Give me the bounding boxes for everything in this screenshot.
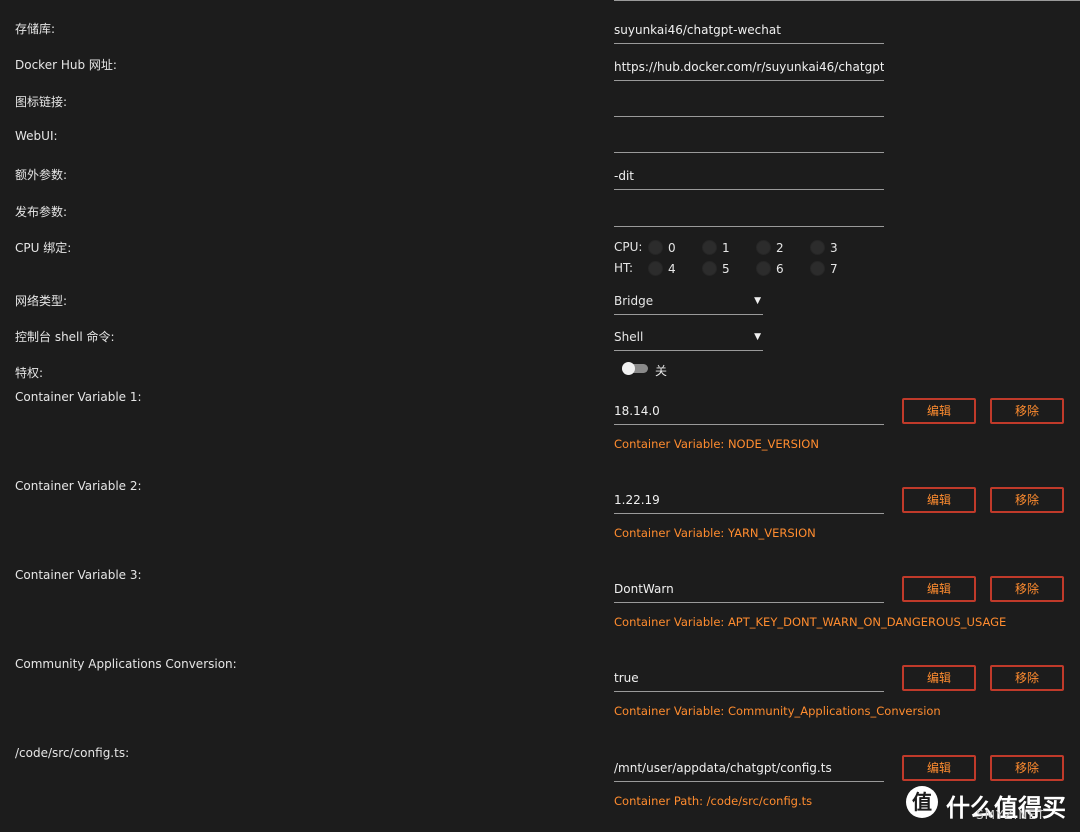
repository-input[interactable]: suyunkai46/chatgpt-wechat bbox=[614, 17, 884, 44]
watermark-subtext: SMYZ.NET bbox=[976, 808, 1046, 822]
repository-label: 存储库: bbox=[15, 22, 56, 36]
network-type-label: 网络类型: bbox=[15, 294, 68, 308]
radio-icon[interactable] bbox=[810, 261, 825, 276]
docker-hub-url-input[interactable]: https://hub.docker.com/r/suyunkai46/chat… bbox=[614, 54, 884, 81]
radio-icon[interactable] bbox=[648, 240, 663, 255]
variable-2-input[interactable]: 1.22.19 bbox=[614, 487, 884, 514]
watermark: 值 什么值得买 SMYZ.NET bbox=[906, 786, 1066, 824]
variable-4-input[interactable]: true bbox=[614, 665, 884, 692]
post-args-input[interactable] bbox=[614, 200, 884, 227]
network-type-value: Bridge bbox=[614, 294, 654, 308]
radio-icon[interactable] bbox=[648, 261, 663, 276]
console-shell-value: Shell bbox=[614, 330, 644, 344]
privileged-toggle[interactable] bbox=[622, 362, 648, 375]
path-1-description: Container Path: /code/src/config.ts bbox=[614, 794, 813, 808]
path-1-label: /code/src/config.ts: bbox=[15, 746, 130, 760]
variable-1-label: Container Variable 1: bbox=[15, 390, 142, 404]
ht-row-tag: HT: bbox=[614, 261, 634, 275]
variable-2-edit-button[interactable]: 编辑 bbox=[902, 487, 976, 513]
icon-url-label: 图标链接: bbox=[15, 95, 68, 109]
privileged-state: 关 bbox=[655, 364, 668, 378]
extra-params-input[interactable]: -dit bbox=[614, 163, 884, 190]
variable-4-label: Community Applications Conversion: bbox=[15, 657, 237, 671]
webui-input[interactable] bbox=[614, 126, 884, 153]
variable-3-remove-button[interactable]: 移除 bbox=[990, 576, 1064, 602]
variable-3-description: Container Variable: APT_KEY_DONT_WARN_ON… bbox=[614, 615, 1007, 629]
variable-1-edit-button[interactable]: 编辑 bbox=[902, 398, 976, 424]
variable-4-remove-button[interactable]: 移除 bbox=[990, 665, 1064, 691]
console-shell-label: 控制台 shell 命令: bbox=[15, 330, 115, 344]
cpu-row-tag: CPU: bbox=[614, 240, 643, 254]
radio-icon[interactable] bbox=[756, 261, 771, 276]
dropdown-arrow-icon: ▼ bbox=[754, 296, 761, 306]
radio-icon[interactable] bbox=[702, 261, 717, 276]
extra-params-label: 额外参数: bbox=[15, 168, 68, 182]
console-shell-select[interactable]: Shell ▼ bbox=[614, 324, 763, 351]
cpu-pinning-label: CPU 绑定: bbox=[15, 241, 72, 255]
top-divider bbox=[614, 0, 1080, 1]
variable-3-input[interactable]: DontWarn bbox=[614, 576, 884, 603]
radio-icon[interactable] bbox=[810, 240, 825, 255]
privileged-label: 特权: bbox=[15, 366, 44, 380]
ht-row: HT: 4 5 6 7 bbox=[614, 261, 838, 276]
variable-1-remove-button[interactable]: 移除 bbox=[990, 398, 1064, 424]
variable-1-description: Container Variable: NODE_VERSION bbox=[614, 437, 819, 451]
path-1-remove-button[interactable]: 移除 bbox=[990, 755, 1064, 781]
path-1-edit-button[interactable]: 编辑 bbox=[902, 755, 976, 781]
variable-2-remove-button[interactable]: 移除 bbox=[990, 487, 1064, 513]
webui-label: WebUI: bbox=[15, 129, 58, 143]
watermark-logo-icon: 值 bbox=[906, 786, 938, 818]
variable-4-edit-button[interactable]: 编辑 bbox=[902, 665, 976, 691]
variable-3-edit-button[interactable]: 编辑 bbox=[902, 576, 976, 602]
variable-4-description: Container Variable: Community_Applicatio… bbox=[614, 704, 941, 718]
toggle-knob bbox=[622, 362, 635, 375]
cpu-row: CPU: 0 1 2 3 bbox=[614, 240, 838, 255]
radio-icon[interactable] bbox=[756, 240, 771, 255]
docker-hub-url-label: Docker Hub 网址: bbox=[15, 58, 117, 72]
icon-url-input[interactable] bbox=[614, 90, 884, 117]
network-type-select[interactable]: Bridge ▼ bbox=[614, 288, 763, 315]
variable-3-label: Container Variable 3: bbox=[15, 568, 142, 582]
variable-2-description: Container Variable: YARN_VERSION bbox=[614, 526, 816, 540]
variable-2-label: Container Variable 2: bbox=[15, 479, 142, 493]
radio-icon[interactable] bbox=[702, 240, 717, 255]
variable-1-input[interactable]: 18.14.0 bbox=[614, 398, 884, 425]
dropdown-arrow-icon: ▼ bbox=[754, 332, 761, 342]
path-1-input[interactable]: /mnt/user/appdata/chatgpt/config.ts bbox=[614, 755, 884, 782]
post-args-label: 发布参数: bbox=[15, 205, 68, 219]
